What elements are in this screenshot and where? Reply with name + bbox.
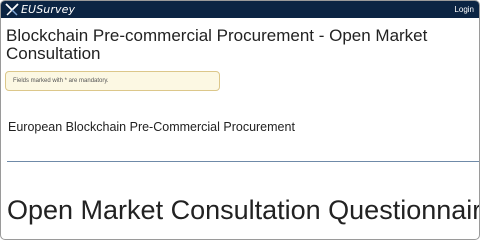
login-link[interactable]: Login xyxy=(454,3,474,16)
eusurvey-logo[interactable]: EUSurvey xyxy=(5,2,75,17)
page-frame: EUSurvey Login Blockchain Pre-commercial… xyxy=(0,0,480,240)
section-divider xyxy=(7,161,479,162)
questionnaire-heading: Open Market Consultation Questionnaire xyxy=(7,195,480,225)
eusurvey-logo-icon xyxy=(5,3,19,16)
logo-text: EUSurvey xyxy=(21,3,76,16)
section-title: European Blockchain Pre-Commercial Procu… xyxy=(8,120,295,134)
mandatory-fields-notice: Fields marked with * are mandatory. xyxy=(5,71,220,91)
top-navigation-bar: EUSurvey Login xyxy=(1,1,479,18)
survey-title: Blockchain Pre-commercial Procurement - … xyxy=(6,26,428,63)
